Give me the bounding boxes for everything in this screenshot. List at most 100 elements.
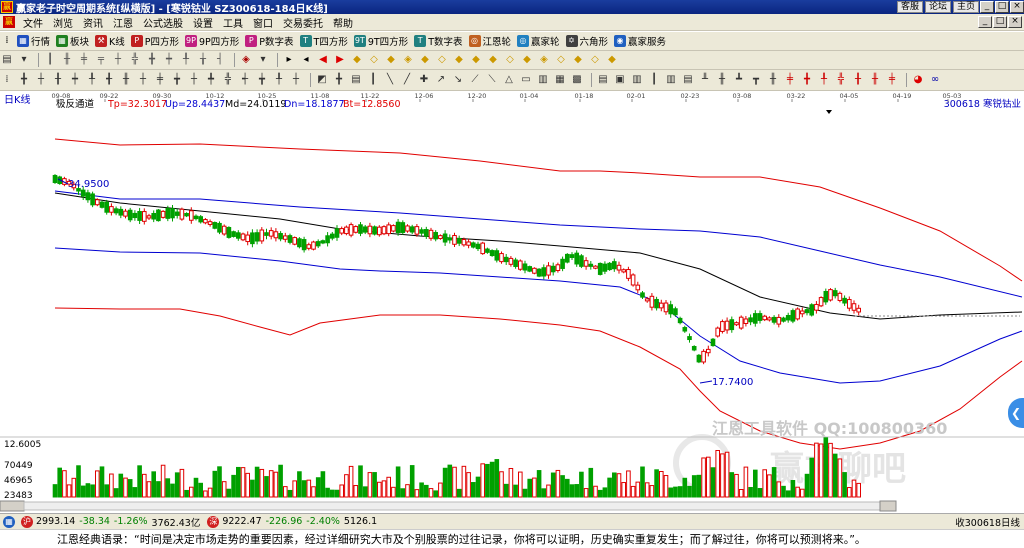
chart-tool-icon-1[interactable]: ╋ xyxy=(17,73,31,87)
child-minimize-button[interactable]: _ xyxy=(978,16,992,28)
drawing-tool-icon-13[interactable]: ◈ xyxy=(239,53,253,67)
chart-tool-icon-41[interactable]: ╫ xyxy=(715,73,729,87)
chart-tool-icon-13[interactable]: ╬ xyxy=(221,73,235,87)
drawing-tool-icon-23[interactable]: ◆ xyxy=(418,53,432,67)
drawing-tool-icon-34[interactable]: ◆ xyxy=(605,53,619,67)
chart-tool-icon-35[interactable]: ▣ xyxy=(613,73,627,87)
minimize-button[interactable]: _ xyxy=(980,1,994,13)
toolbar1-button-9[interactable]: ◎ 江恩轮 xyxy=(468,34,511,48)
scroll-left-button[interactable] xyxy=(0,500,25,512)
chart-tool-icon-5[interactable]: ╀ xyxy=(85,73,99,87)
sh-index-icon[interactable]: ▦ xyxy=(3,515,15,528)
drawing-tool-icon-7[interactable]: ╬ xyxy=(128,53,142,67)
toolbar1-button-12[interactable]: ◉ 赢家服务 xyxy=(614,34,666,48)
chart-tool-icon-3[interactable]: ╂ xyxy=(51,73,65,87)
child-restore-button[interactable]: □ xyxy=(993,16,1007,28)
chart-tool-icon-34[interactable]: ▤ xyxy=(596,73,610,87)
chart-tool-icon-49[interactable]: ╂ xyxy=(851,73,865,87)
toolbar1-button-7[interactable]: 9T 9T四方形 xyxy=(353,34,408,48)
chart-tool-icon-36[interactable]: ▥ xyxy=(630,73,644,87)
menu-window[interactable]: 窗口 xyxy=(248,15,278,30)
drawing-tool-icon-9[interactable]: ┿ xyxy=(162,53,176,67)
drawing-tool-icon-2[interactable]: ┃ xyxy=(43,53,57,67)
drawing-tool-icon-8[interactable]: ╋ xyxy=(145,53,159,67)
drawing-tool-icon-26[interactable]: ◆ xyxy=(469,53,483,67)
chart-tool-icon-28[interactable]: ⟍ xyxy=(485,73,499,87)
drawing-tool-icon-15[interactable]: ▸ xyxy=(282,53,296,67)
toolbar1-button-10[interactable]: ◎ 赢家轮 xyxy=(517,34,560,48)
chevron-down-icon[interactable] xyxy=(826,110,832,114)
toolbar1-button-8[interactable]: T T数字表 xyxy=(414,34,463,48)
chart-tool-icon-22[interactable]: ╲ xyxy=(383,73,397,87)
drawing-tool-icon-25[interactable]: ◆ xyxy=(452,53,466,67)
chart-tool-icon-10[interactable]: ╈ xyxy=(170,73,184,87)
chart-tool-icon-43[interactable]: ┳ xyxy=(749,73,763,87)
chart-tool-icon-44[interactable]: ╫ xyxy=(766,73,780,87)
drawing-tool-icon-19[interactable]: ◆ xyxy=(350,53,364,67)
menu-tools[interactable]: 工具 xyxy=(218,15,248,30)
drawing-tool-icon-3[interactable]: ╫ xyxy=(60,53,74,67)
menu-settings[interactable]: 设置 xyxy=(188,15,218,30)
chart-tool-icon-48[interactable]: ╬ xyxy=(834,73,848,87)
drawing-tool-icon-1[interactable]: ▾ xyxy=(17,53,31,67)
sz-market-icon[interactable]: 深 xyxy=(207,515,220,528)
kline-chart[interactable]: 日K线 极反通道 Tp=32.3017 Up=28.4437 Md=24.011… xyxy=(0,91,1024,513)
menu-formula[interactable]: 公式选股 xyxy=(138,15,188,30)
forum-link[interactable]: 论坛 xyxy=(924,1,951,13)
chart-tool-icon-45[interactable]: ╪ xyxy=(783,73,797,87)
drawing-tool-icon-21[interactable]: ◆ xyxy=(384,53,398,67)
toolbar1-button-6[interactable]: T T四方形 xyxy=(299,34,348,48)
chart-tool-icon-30[interactable]: ▭ xyxy=(519,73,533,87)
drawing-tool-icon-30[interactable]: ◈ xyxy=(537,53,551,67)
maximize-button[interactable]: □ xyxy=(995,1,1009,13)
chart-tool-icon-39[interactable]: ▤ xyxy=(681,73,695,87)
chart-tool-icon-53[interactable]: ∞ xyxy=(928,73,942,87)
drawing-tool-icon-17[interactable]: ◀ xyxy=(316,53,330,67)
close-button[interactable]: × xyxy=(1010,1,1024,13)
drawing-tool-icon-12[interactable]: ┤ xyxy=(213,53,227,67)
chart-tool-icon-40[interactable]: ╨ xyxy=(698,73,712,87)
drawing-tool-icon-5[interactable]: ╤ xyxy=(94,53,108,67)
chart-tool-icon-46[interactable]: ╋ xyxy=(800,73,814,87)
chart-tool-icon-26[interactable]: ↘ xyxy=(451,73,465,87)
chart-tool-icon-19[interactable]: ╋ xyxy=(332,73,346,87)
chart-tool-icon-29[interactable]: △ xyxy=(502,73,516,87)
menu-info[interactable]: 资讯 xyxy=(78,15,108,30)
chart-tool-icon-6[interactable]: ╉ xyxy=(102,73,116,87)
drawing-tool-icon-18[interactable]: ▶ xyxy=(333,53,347,67)
chart-tool-icon-18[interactable]: ◩ xyxy=(315,73,329,87)
drawing-tool-icon-0[interactable]: ▤ xyxy=(0,53,14,67)
chart-tool-icon-23[interactable]: ╱ xyxy=(400,73,414,87)
chart-tool-icon-47[interactable]: ╀ xyxy=(817,73,831,87)
chart-tool-icon-0[interactable]: ⁞ xyxy=(0,73,14,87)
chart-tool-icon-24[interactable]: ✚ xyxy=(417,73,431,87)
chart-tool-icon-32[interactable]: ▦ xyxy=(553,73,567,87)
chart-tool-icon-7[interactable]: ╫ xyxy=(119,73,133,87)
toolbar1-button-3[interactable]: P P四方形 xyxy=(130,34,179,48)
chart-tool-icon-17[interactable]: ┼ xyxy=(289,73,303,87)
drawing-tool-icon-20[interactable]: ◇ xyxy=(367,53,381,67)
toolbar1-button-2[interactable]: ⚒ K线 xyxy=(95,34,125,48)
sh-market-icon[interactable]: 沪 xyxy=(21,515,33,528)
chart-tool-icon-51[interactable]: ╪ xyxy=(885,73,899,87)
toolbar1-button-1[interactable]: ▦ 板块 xyxy=(56,34,89,48)
chart-tool-icon-14[interactable]: ┽ xyxy=(238,73,252,87)
chart-area[interactable]: 日K线 极反通道 Tp=32.3017 Up=28.4437 Md=24.011… xyxy=(0,91,1024,513)
drawing-tool-icon-28[interactable]: ◇ xyxy=(503,53,517,67)
chart-tool-icon-27[interactable]: ⟋ xyxy=(468,73,482,87)
drawing-tool-icon-11[interactable]: ╁ xyxy=(196,53,210,67)
drawing-tool-icon-14[interactable]: ▾ xyxy=(256,53,270,67)
drawing-tool-icon-24[interactable]: ◇ xyxy=(435,53,449,67)
home-link[interactable]: 主页 xyxy=(952,1,979,13)
menu-browse[interactable]: 浏览 xyxy=(48,15,78,30)
chart-tool-icon-4[interactable]: ┿ xyxy=(68,73,82,87)
toolbar1-button-4[interactable]: 9P 9P四方形 xyxy=(185,34,239,48)
horizontal-scrollbar[interactable] xyxy=(23,501,881,511)
toolbar1-button-5[interactable]: P P数字表 xyxy=(245,34,294,48)
chart-tool-icon-33[interactable]: ▩ xyxy=(570,73,584,87)
drawing-tool-icon-33[interactable]: ◇ xyxy=(588,53,602,67)
chart-tool-icon-50[interactable]: ╫ xyxy=(868,73,882,87)
chart-tool-icon-31[interactable]: ▥ xyxy=(536,73,550,87)
chart-tool-icon-25[interactable]: ↗ xyxy=(434,73,448,87)
child-close-button[interactable]: × xyxy=(1008,16,1022,28)
